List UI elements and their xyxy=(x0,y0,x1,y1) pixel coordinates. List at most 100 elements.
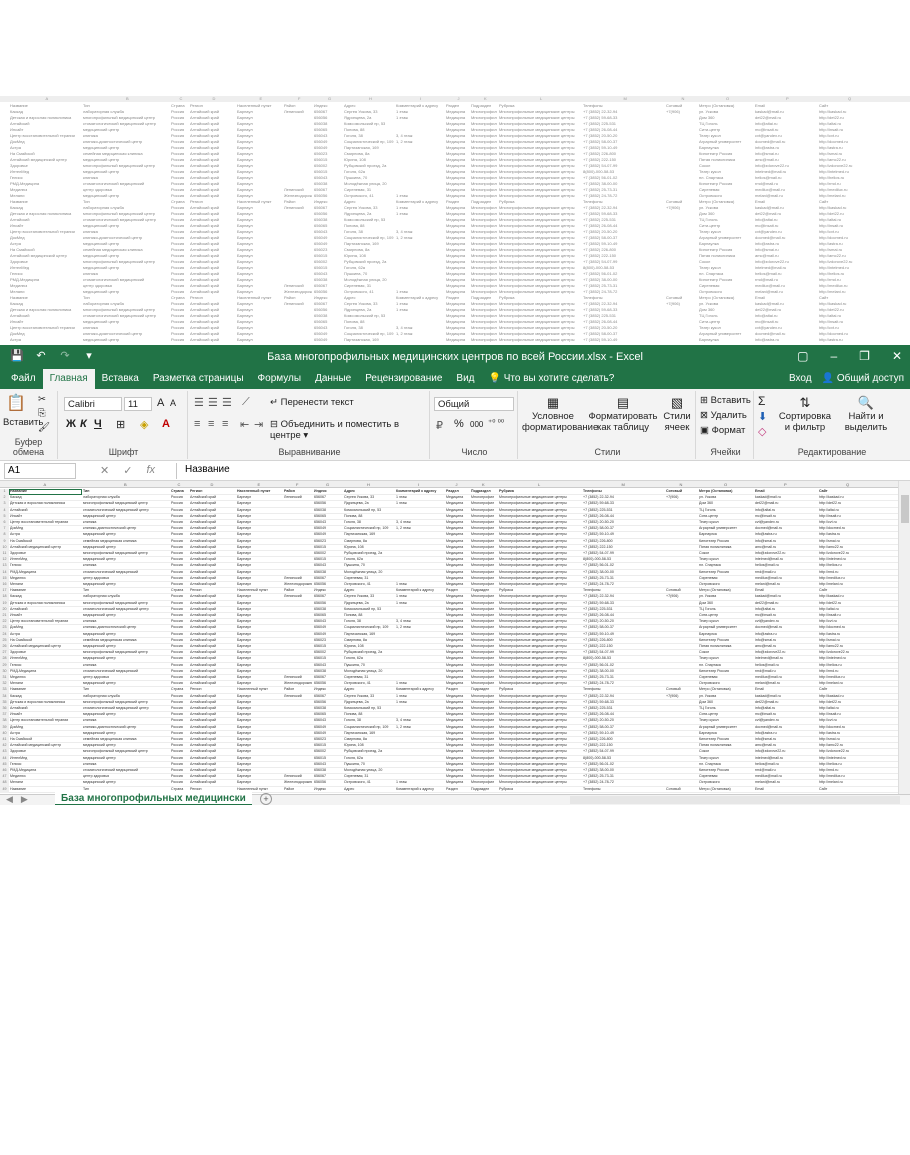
cell[interactable]: Многопрофильные медицинские центры xyxy=(499,762,581,768)
cell[interactable]: http://medilux.ru xyxy=(819,576,877,582)
cell[interactable]: медицинский центр xyxy=(83,656,169,662)
cell[interactable]: клинико-диагностический центр xyxy=(83,625,169,631)
cell[interactable]: 656067 xyxy=(314,694,342,700)
cell[interactable]: +7 (3852) 226-800 xyxy=(583,638,664,644)
cell[interactable]: cvt@yandex.ru xyxy=(755,520,817,526)
cell[interactable]: Барнаул xyxy=(237,725,282,731)
cell[interactable] xyxy=(396,632,444,638)
cell[interactable]: Россия xyxy=(171,539,188,545)
row-number[interactable]: 26 xyxy=(0,644,9,650)
cell[interactable]: Многопрофил xyxy=(471,663,497,669)
header-cell[interactable]: Сотовый xyxy=(666,489,697,495)
cell[interactable]: Россия xyxy=(171,768,188,774)
find-select-button[interactable]: 🔍 Найти и выделить xyxy=(836,395,896,433)
cell[interactable]: Островского, 41 xyxy=(344,780,394,786)
cell[interactable]: 1 этаж xyxy=(396,495,444,501)
row-number[interactable]: 15 xyxy=(0,575,9,582)
cell[interactable]: Сити-центр xyxy=(699,712,753,718)
cell[interactable]: Многопрофильные медицинские центры xyxy=(499,601,581,607)
cell[interactable]: Попова, 88 xyxy=(344,514,394,520)
cell[interactable]: Алтайский край xyxy=(190,632,235,638)
cell[interactable]: http://medilux.ru xyxy=(819,774,877,780)
cell[interactable] xyxy=(284,520,312,526)
cell[interactable]: Многопрофильные медицинские центры xyxy=(499,718,581,724)
cell[interactable] xyxy=(666,774,697,780)
cell[interactable]: Барнаул xyxy=(237,656,282,662)
cell[interactable]: mc@insait.ru xyxy=(755,514,817,520)
cell[interactable]: Многопрофил xyxy=(471,644,497,650)
cell[interactable]: Барнаул xyxy=(237,526,282,532)
cell[interactable]: Многопрофил xyxy=(471,594,497,600)
cell[interactable]: Партизанская, 169 xyxy=(344,731,394,737)
cell[interactable] xyxy=(284,613,312,619)
wrap-text-button[interactable]: ↵ Перенести текст xyxy=(270,397,354,408)
cell[interactable] xyxy=(666,632,697,638)
cell[interactable]: Многопрофильные медицинские центры xyxy=(499,749,581,755)
cell[interactable]: Барнаул xyxy=(237,551,282,557)
cell[interactable]: Многопрофил xyxy=(471,650,497,656)
cell[interactable]: лабораторная служба xyxy=(83,495,169,501)
cell[interactable]: семейная медицинская клиника xyxy=(83,539,169,545)
cell[interactable]: Мелани xyxy=(10,780,81,786)
cell[interactable]: Многопрофил xyxy=(471,737,497,743)
cell[interactable]: Россия xyxy=(171,508,188,514)
cell[interactable]: Многопрофильные медицинские центры xyxy=(499,582,581,588)
cell[interactable]: Барнаул xyxy=(237,644,282,650)
cell[interactable]: Многопрофил xyxy=(471,700,497,706)
cell[interactable]: Многопрофильные медицинские центры xyxy=(499,731,581,737)
row-number[interactable]: 34 xyxy=(0,693,9,700)
cell[interactable]: Россия xyxy=(171,632,188,638)
row-number[interactable]: 8 xyxy=(0,532,9,539)
cell[interactable]: Алтайский медицинский центр xyxy=(10,545,81,551)
cell[interactable]: Россия xyxy=(171,563,188,569)
cell[interactable]: Медицина xyxy=(446,532,469,538)
cell[interactable]: Многопрофил xyxy=(471,768,497,774)
cell[interactable]: Каскад xyxy=(10,495,81,501)
cell[interactable]: Медицина xyxy=(446,663,469,669)
cell[interactable]: Рубрика xyxy=(499,787,581,793)
cell[interactable] xyxy=(284,514,312,520)
cell[interactable]: Молодёжная улица, 20 xyxy=(344,570,394,576)
cell[interactable]: Многопрофил xyxy=(471,508,497,514)
cell[interactable]: Пушкина, 70 xyxy=(344,762,394,768)
cell[interactable]: клиника xyxy=(83,762,169,768)
cell[interactable]: Медицина xyxy=(446,650,469,656)
cell[interactable]: Алтайский xyxy=(10,706,81,712)
cell[interactable]: Островского xyxy=(699,582,753,588)
prev-sheet-icon[interactable]: ◀ xyxy=(6,794,13,805)
cell[interactable]: Алтайский xyxy=(10,607,81,613)
cell[interactable]: Гоголя, 38 xyxy=(344,619,394,625)
cell[interactable]: Барнаул xyxy=(237,613,282,619)
cell[interactable]: Барнаулка xyxy=(699,532,753,538)
cell[interactable] xyxy=(284,632,312,638)
cell[interactable]: Астра xyxy=(10,632,81,638)
name-box[interactable]: A1 xyxy=(4,463,76,479)
cell[interactable]: Аграрный университет xyxy=(699,625,753,631)
tab-data[interactable]: Данные xyxy=(308,369,358,389)
add-sheet-icon[interactable]: + xyxy=(260,793,272,805)
align-bottom-icon[interactable]: ☰ xyxy=(222,396,232,409)
cell[interactable]: 656023 xyxy=(314,638,342,644)
cell[interactable]: клиника xyxy=(83,663,169,669)
cell[interactable] xyxy=(666,570,697,576)
cell[interactable]: Медицина xyxy=(446,607,469,613)
cell[interactable]: 1 этаж xyxy=(396,582,444,588)
cell[interactable]: медицинский центр xyxy=(83,514,169,520)
cell[interactable]: медицинский центр xyxy=(83,756,169,762)
cell[interactable]: многопрофильный медицинский центр xyxy=(83,700,169,706)
cell[interactable]: Россия xyxy=(171,718,188,724)
cell[interactable]: Барнаул xyxy=(237,700,282,706)
cell[interactable]: Барнаул xyxy=(237,756,282,762)
column-letter[interactable]: M xyxy=(622,482,625,487)
cell[interactable] xyxy=(666,514,697,520)
cell[interactable] xyxy=(396,762,444,768)
row-number[interactable]: 21 xyxy=(0,613,9,619)
cell[interactable]: РМД-Медицина xyxy=(10,768,81,774)
cell[interactable]: Название xyxy=(10,588,81,594)
column-letter[interactable]: B xyxy=(124,482,127,487)
cell[interactable]: Алтайский край xyxy=(190,650,235,656)
cell[interactable]: info@zdorove22.ru xyxy=(755,650,817,656)
sign-in-link[interactable]: Вход xyxy=(789,373,812,384)
row-number[interactable]: 29 xyxy=(0,662,9,669)
row-number[interactable]: 27 xyxy=(0,650,9,657)
